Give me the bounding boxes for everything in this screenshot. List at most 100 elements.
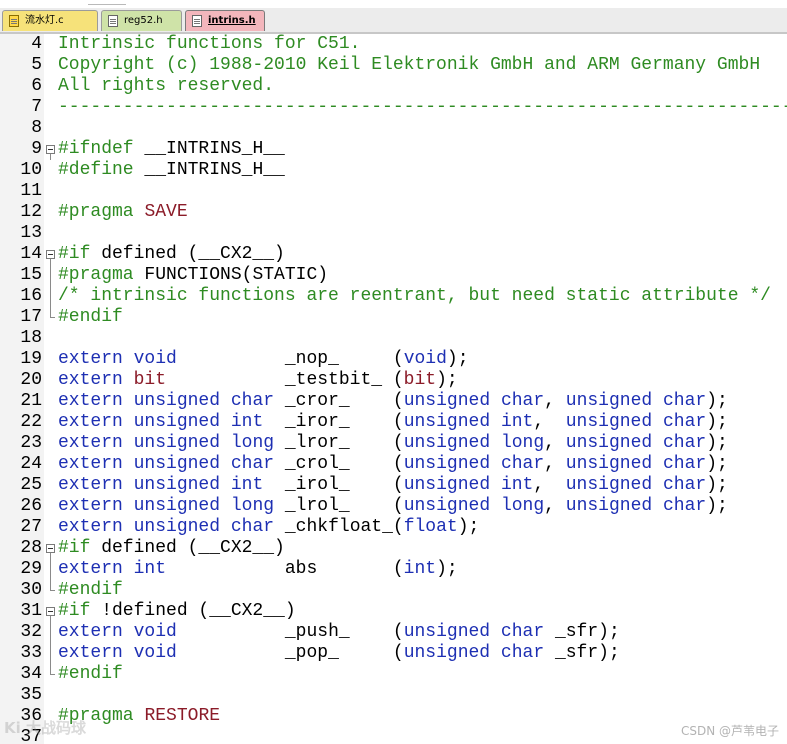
- code-line[interactable]: 28 #if defined (__CX2__): [0, 538, 787, 559]
- code-token: ,: [533, 475, 566, 495]
- code-text: All rights reserved.: [58, 76, 274, 97]
- code-token: void: [133, 622, 177, 642]
- code-token: long: [500, 496, 545, 516]
- code-line[interactable]: 23 extern unsigned long _lror_ (unsigned …: [0, 433, 787, 454]
- code-line[interactable]: 11: [0, 181, 787, 202]
- fold-toggle-icon[interactable]: [46, 139, 56, 160]
- code-line[interactable]: 20 extern bit _testbit_ (bit);: [0, 370, 787, 391]
- code-line[interactable]: 37: [0, 727, 787, 744]
- code-line[interactable]: 19 extern void _nop_ (void);: [0, 349, 787, 370]
- code-line[interactable]: 26 extern unsigned long _lrol_ (unsigned …: [0, 496, 787, 517]
- code-line[interactable]: 13: [0, 223, 787, 244]
- code-line[interactable]: 6 All rights reserved.: [0, 76, 787, 97]
- fold-line: [46, 559, 56, 580]
- code-line[interactable]: 25 extern unsigned int _irol_ (unsigned i…: [0, 475, 787, 496]
- code-token: #if: [58, 538, 91, 558]
- code-line[interactable]: 34 #endif: [0, 664, 787, 685]
- header-file-icon: [192, 15, 202, 27]
- code-token: All rights reserved.: [58, 76, 275, 96]
- tab-reg52-h[interactable]: reg52.h: [101, 10, 182, 31]
- code-token: long: [230, 496, 275, 516]
- code-line[interactable]: 32 extern void _push_ (unsigned char _sfr…: [0, 622, 787, 643]
- code-token: extern: [58, 496, 123, 516]
- code-line[interactable]: 31 #if !defined (__CX2__): [0, 601, 787, 622]
- tab-intrins-h[interactable]: intrins.h: [185, 10, 265, 31]
- fold-toggle-icon[interactable]: [46, 244, 56, 265]
- code-text: #if defined (__CX2__): [58, 538, 285, 559]
- line-number: 22: [20, 412, 42, 432]
- collapse-minus-icon[interactable]: [46, 250, 55, 259]
- code-line[interactable]: 22 extern unsigned int _iror_ (unsigned i…: [0, 412, 787, 433]
- code-text: extern bit _testbit_ (bit);: [58, 370, 458, 391]
- code-line[interactable]: 29 extern int abs (int);: [0, 559, 787, 580]
- code-line[interactable]: 24 extern unsigned char _crol_ (unsigned …: [0, 454, 787, 475]
- code-line[interactable]: 35: [0, 685, 787, 706]
- code-text: Copyright (c) 1988-2010 Keil Elektronik …: [58, 55, 760, 76]
- code-token: unsigned: [133, 454, 221, 474]
- code-line[interactable]: 16 /* intrinsic functions are reentrant, …: [0, 286, 787, 307]
- fold-line-segment: [50, 622, 51, 643]
- code-line[interactable]: 9 #ifndef __INTRINS_H__: [0, 139, 787, 160]
- code-line[interactable]: 5 Copyright (c) 1988-2010 Keil Elektronik…: [0, 55, 787, 76]
- code-line[interactable]: 4 Intrinsic functions for C51.: [0, 34, 787, 55]
- code-text: #pragma FUNCTIONS(STATIC): [58, 265, 328, 286]
- code-line[interactable]: 7 ---------------------------------------…: [0, 97, 787, 118]
- fold-line: [46, 265, 56, 286]
- collapse-minus-icon[interactable]: [46, 607, 55, 616]
- code-token: ----------------------------------------…: [58, 97, 787, 117]
- line-number: 17: [20, 307, 42, 327]
- fold-line-segment: [50, 643, 51, 664]
- code-line[interactable]: 27 extern unsigned char _chkfloat_(float)…: [0, 517, 787, 538]
- code-line[interactable]: 33 extern void _pop_ (unsigned char _sfr)…: [0, 643, 787, 664]
- code-token: );: [706, 412, 728, 432]
- code-line[interactable]: 8: [0, 118, 787, 139]
- code-editor[interactable]: 4 Intrinsic functions for C51. 5 Copyright …: [0, 34, 787, 744]
- line-number: 25: [20, 475, 42, 495]
- tab-liushuideng-c[interactable]: 流水灯.c: [2, 10, 98, 31]
- fold-line-segment: [50, 559, 51, 580]
- code-line[interactable]: 18: [0, 328, 787, 349]
- code-line[interactable]: 21 extern unsigned char _cror_ (unsigned …: [0, 391, 787, 412]
- code-line[interactable]: 12 #pragma SAVE: [0, 202, 787, 223]
- collapse-minus-icon[interactable]: [46, 544, 55, 553]
- code-token: _crol_ (: [274, 454, 404, 474]
- code-text: #endif: [58, 580, 123, 601]
- code-line[interactable]: 14 #if defined (__CX2__): [0, 244, 787, 265]
- fold-line-segment: [50, 265, 51, 286]
- code-token: unsigned: [565, 433, 653, 453]
- code-text: extern void _pop_ (unsigned char _sfr);: [58, 643, 620, 664]
- line-number: 30: [20, 580, 42, 600]
- code-token: int: [403, 559, 437, 579]
- collapse-minus-icon[interactable]: [46, 145, 55, 154]
- code-line[interactable]: 15 #pragma FUNCTIONS(STATIC): [0, 265, 787, 286]
- code-token: unsigned: [565, 496, 653, 516]
- line-number: 28: [20, 538, 42, 558]
- code-line[interactable]: 36 #pragma RESTORE: [0, 706, 787, 727]
- fold-toggle-icon[interactable]: [46, 601, 56, 622]
- code-token: void: [133, 349, 177, 369]
- code-token: long: [230, 433, 275, 453]
- code-line[interactable]: 17 #endif: [0, 307, 787, 328]
- fold-toggle-icon[interactable]: [46, 538, 56, 559]
- code-line[interactable]: 10 #define __INTRINS_H__: [0, 160, 787, 181]
- line-number: 12: [20, 202, 42, 222]
- line-number: 5: [31, 55, 42, 75]
- code-line[interactable]: 30 #endif: [0, 580, 787, 601]
- c-file-icon: [9, 15, 19, 27]
- code-token: unsigned: [403, 454, 491, 474]
